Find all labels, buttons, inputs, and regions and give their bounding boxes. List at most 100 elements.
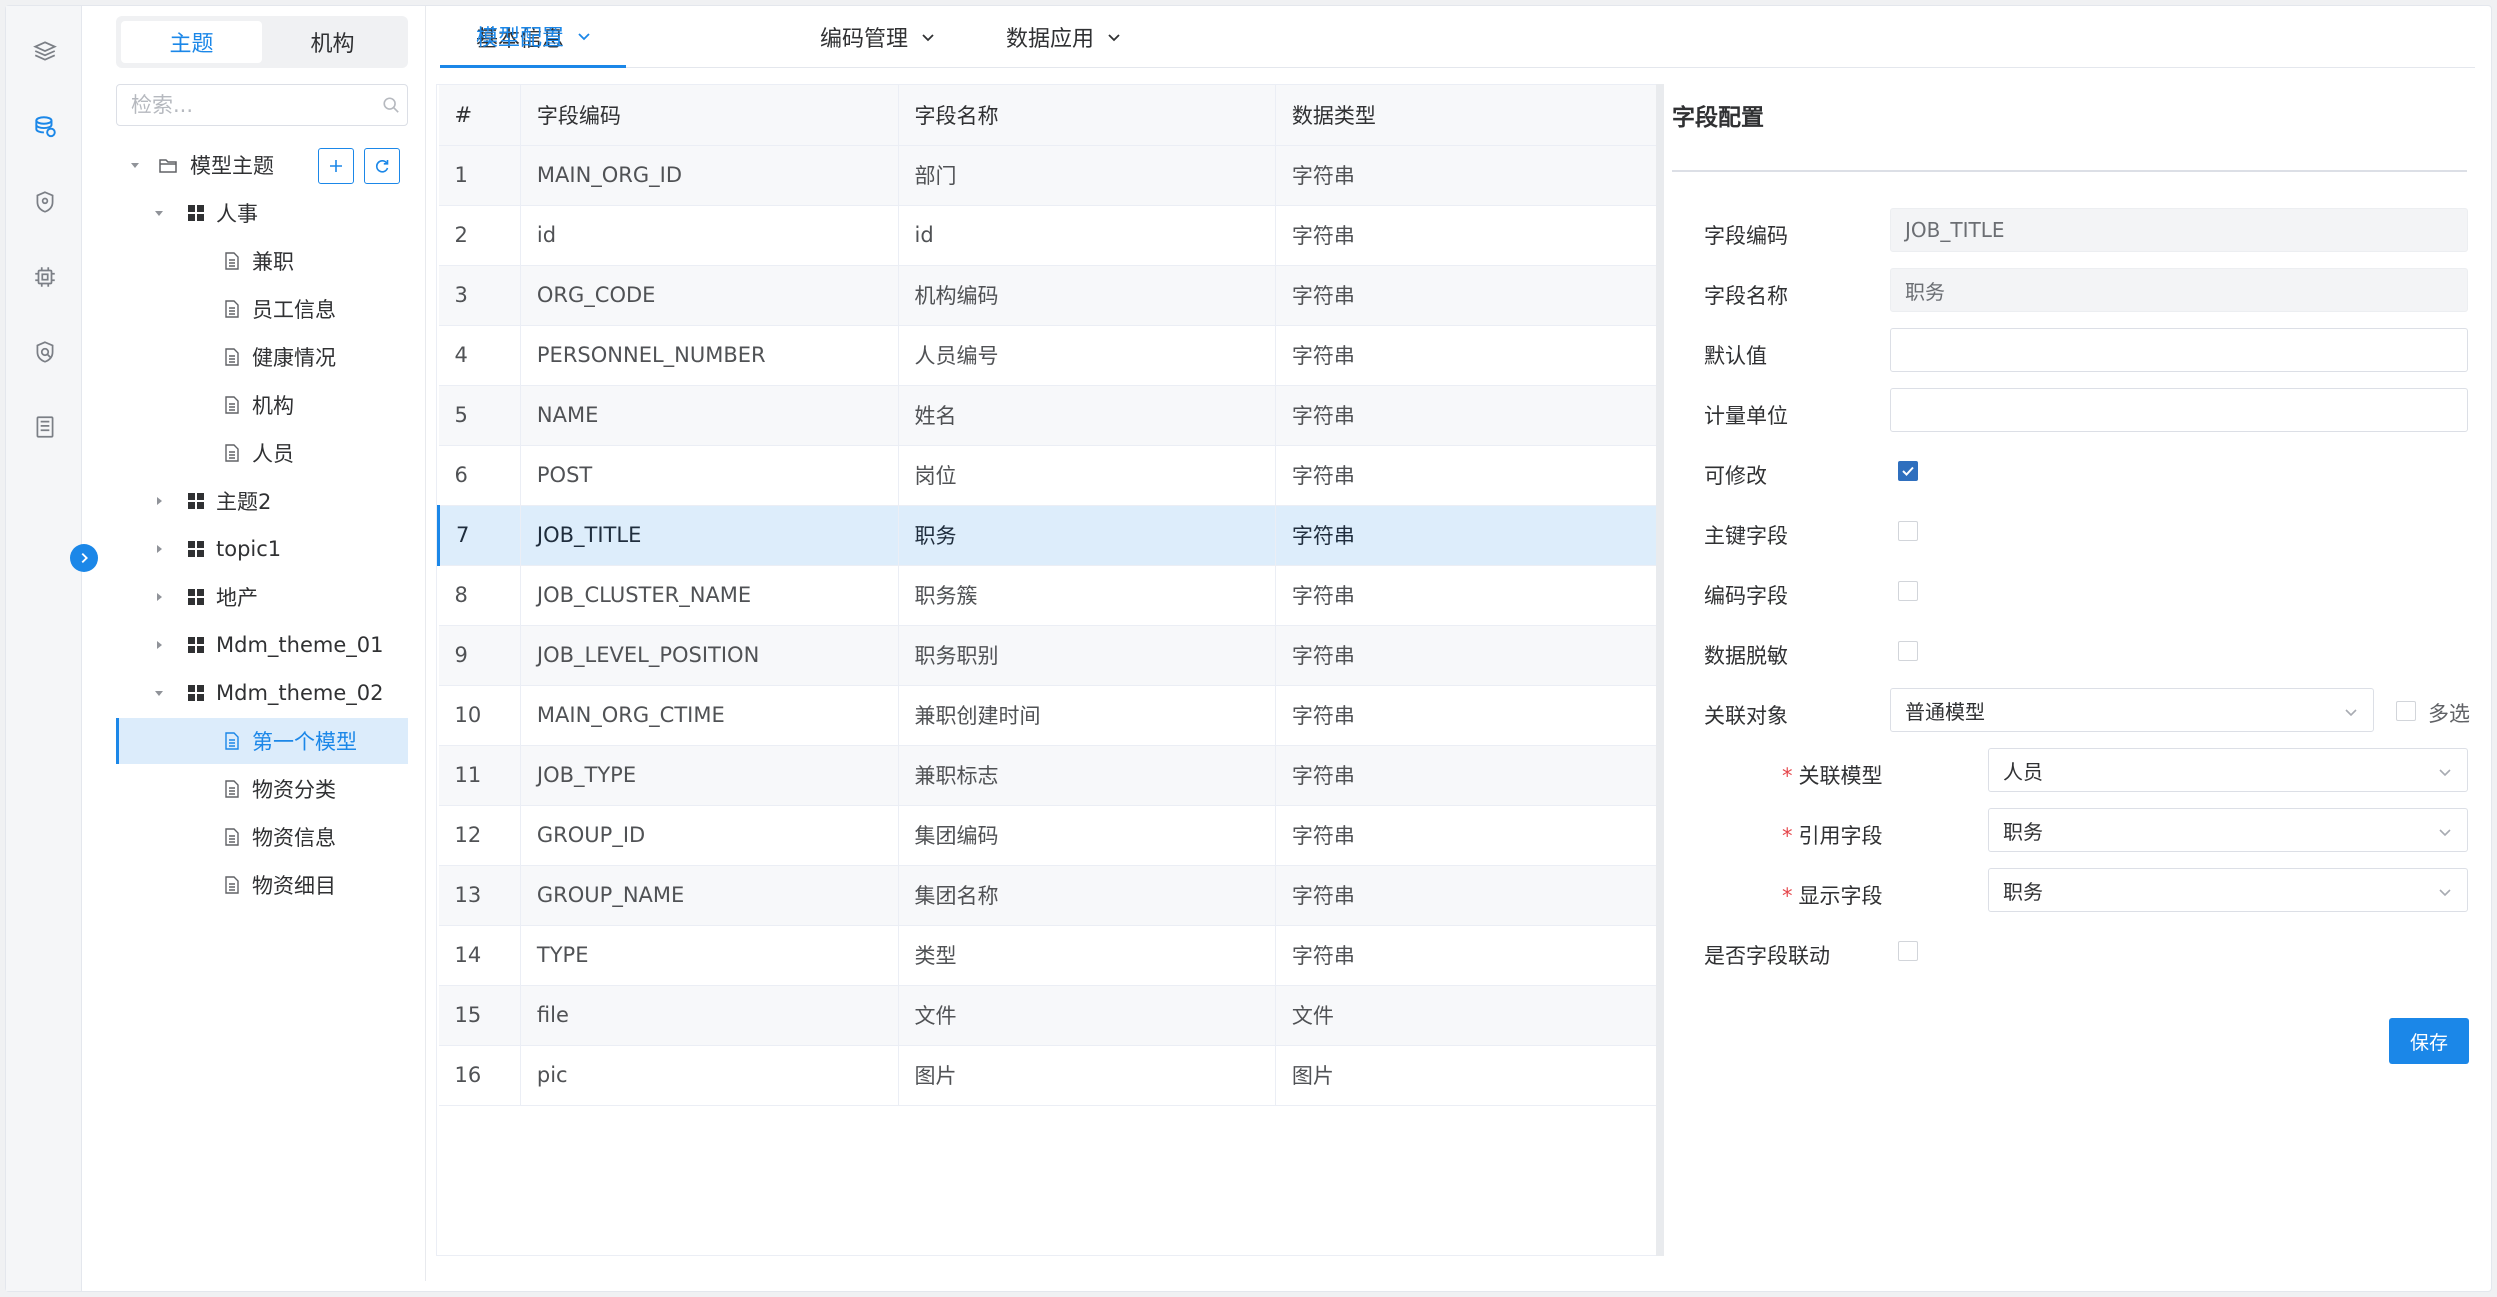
top-tabs: 基本信息 模型配置 编码管理 数据应用: [440, 6, 2475, 68]
multi-select-checkbox[interactable]: [2396, 701, 2416, 721]
tree-group-row[interactable]: topic1: [116, 526, 408, 572]
column-header: #: [438, 85, 521, 146]
tree-group-row[interactable]: 地产: [116, 574, 408, 620]
table-cell: MAIN_ORG_CTIME: [520, 685, 899, 746]
tree-group-row[interactable]: 主题2: [116, 478, 408, 524]
tree-group-row[interactable]: 人事: [116, 190, 408, 236]
table-cell: PERSONNEL_NUMBER: [520, 325, 899, 386]
chevron-down-icon: [2439, 889, 2451, 897]
tree-leaf-row[interactable]: 员工信息: [116, 286, 408, 332]
table-cell: 机构编码: [898, 265, 1276, 326]
chevron-down-icon: [2345, 709, 2357, 717]
table-row[interactable]: 5 NAME 姓名 字符串: [438, 385, 1664, 446]
add-node-button[interactable]: [318, 148, 354, 184]
tree-leaf-row[interactable]: 机构: [116, 382, 408, 428]
table-row[interactable]: 3 ORG_CODE 机构编码 字符串: [438, 265, 1664, 326]
segment-org[interactable]: 机构: [262, 21, 403, 63]
table-row[interactable]: 11 JOB_TYPE 兼职标志 字符串: [438, 745, 1664, 806]
save-button[interactable]: 保存: [2389, 1018, 2469, 1064]
chevron-right-icon: [81, 552, 88, 564]
display-field-select[interactable]: 职务: [1988, 868, 2468, 912]
shield-icon[interactable]: [30, 187, 60, 217]
code-field-label: 编码字段: [1704, 584, 1788, 608]
document-icon[interactable]: [30, 412, 60, 442]
layers-icon[interactable]: [30, 36, 60, 66]
table-cell: 9: [438, 625, 521, 686]
table-cell: JOB_CLUSTER_NAME: [520, 565, 899, 626]
tree-leaf-row[interactable]: 物资分类: [116, 766, 408, 812]
caret-down-icon[interactable]: [128, 158, 142, 172]
table-cell: 图片: [898, 1045, 1276, 1106]
tab-model-config[interactable]: 模型配置: [440, 6, 626, 68]
caret-right-icon[interactable]: [152, 542, 166, 556]
related-model-select[interactable]: 人员: [1988, 748, 2468, 792]
table-row[interactable]: 1 MAIN_ORG_ID 部门 字符串: [438, 145, 1664, 206]
table-row[interactable]: 4 PERSONNEL_NUMBER 人员编号 字符串: [438, 325, 1664, 386]
tab-label: 模型配置: [476, 25, 565, 51]
table-row[interactable]: 14 TYPE 类型 字符串: [438, 925, 1664, 986]
table-row[interactable]: 6 POST 岗位 字符串: [438, 445, 1664, 506]
table-row[interactable]: 13 GROUP_NAME 集团名称 字符串: [438, 865, 1664, 926]
segment-theme[interactable]: 主题: [121, 21, 262, 63]
caret-right-icon[interactable]: [152, 590, 166, 604]
security-icon[interactable]: [30, 337, 60, 367]
data-mask-checkbox[interactable]: [1898, 641, 1918, 661]
tree-leaf-row[interactable]: 物资细目: [116, 862, 408, 908]
tree-leaf-row-selected[interactable]: 第一个模型: [116, 718, 408, 764]
reference-field-select[interactable]: 职务: [1988, 808, 2468, 852]
field-linkage-checkbox[interactable]: [1898, 941, 1918, 961]
caret-right-icon[interactable]: [152, 638, 166, 652]
table-scrollbar[interactable]: [1656, 84, 1664, 1256]
table-cell: 字符串: [1275, 445, 1664, 506]
tree-search-input[interactable]: [116, 84, 408, 126]
unit-label: 计量单位: [1704, 404, 1788, 428]
caret-right-icon[interactable]: [152, 494, 166, 508]
table-cell: 职务簇: [898, 565, 1276, 626]
collapse-toggle-button[interactable]: [70, 544, 98, 572]
tree-group-row[interactable]: Mdm_theme_02: [116, 670, 408, 716]
tab-label: 编码管理: [820, 27, 909, 52]
tab-data-application[interactable]: 数据应用: [1006, 6, 1122, 68]
display-field-label: * 显示字段: [1782, 880, 1883, 910]
code-field-checkbox[interactable]: [1898, 581, 1918, 601]
table-row-selected[interactable]: 7 JOB_TITLE 职务 字符串: [437, 505, 1664, 566]
table-cell: 职务: [898, 505, 1276, 566]
table-row[interactable]: 10 MAIN_ORG_CTIME 兼职创建时间 字符串: [438, 685, 1664, 746]
select-value: 普通模型: [1905, 699, 1985, 724]
tab-code-management[interactable]: 编码管理: [820, 6, 936, 68]
caret-down-icon[interactable]: [152, 686, 166, 700]
table-row[interactable]: 12 GROUP_ID 集团编码 字符串: [438, 805, 1664, 866]
segmented-switch: 主题 机构: [116, 16, 408, 68]
database-icon[interactable]: [30, 112, 60, 142]
table-row[interactable]: 9 JOB_LEVEL_POSITION 职务职别 字符串: [438, 625, 1664, 686]
relation-object-select[interactable]: 普通模型: [1890, 688, 2374, 732]
required-mark: *: [1782, 764, 1793, 788]
chip-icon[interactable]: [30, 262, 60, 292]
tree-root-row[interactable]: 模型主题: [116, 142, 408, 188]
refresh-tree-button[interactable]: [364, 148, 400, 184]
table-row[interactable]: 2 id id 字符串: [438, 205, 1664, 266]
primary-key-checkbox[interactable]: [1898, 521, 1918, 541]
grid-icon: [188, 541, 204, 557]
table-row[interactable]: 16 pic 图片 图片: [438, 1045, 1664, 1106]
select-value: 职务: [2003, 879, 2043, 904]
default-value-input[interactable]: [1890, 328, 2468, 372]
tree-group-row[interactable]: Mdm_theme_01: [116, 622, 408, 668]
field-code-label: 字段编码: [1704, 224, 1788, 248]
table-row[interactable]: 8 JOB_CLUSTER_NAME 职务簇 字符串: [438, 565, 1664, 626]
tree-leaf-row[interactable]: 物资信息: [116, 814, 408, 860]
caret-down-icon[interactable]: [152, 206, 166, 220]
tree-node-label: 物资细目: [252, 874, 336, 898]
label-text: 引用字段: [1798, 824, 1883, 848]
icon-rail: [6, 6, 82, 1291]
field-code-input[interactable]: JOB_TITLE: [1890, 208, 2468, 252]
tree-leaf-row[interactable]: 兼职: [116, 238, 408, 284]
table-row[interactable]: 15 file 文件 文件: [438, 985, 1664, 1046]
editable-checkbox[interactable]: [1898, 461, 1918, 481]
tree-leaf-row[interactable]: 人员: [116, 430, 408, 476]
column-header: 字段名称: [898, 85, 1276, 146]
unit-input[interactable]: [1890, 388, 2468, 432]
tree-node-label: 主题2: [216, 490, 272, 514]
field-name-input[interactable]: 职务: [1890, 268, 2468, 312]
tree-leaf-row[interactable]: 健康情况: [116, 334, 408, 380]
